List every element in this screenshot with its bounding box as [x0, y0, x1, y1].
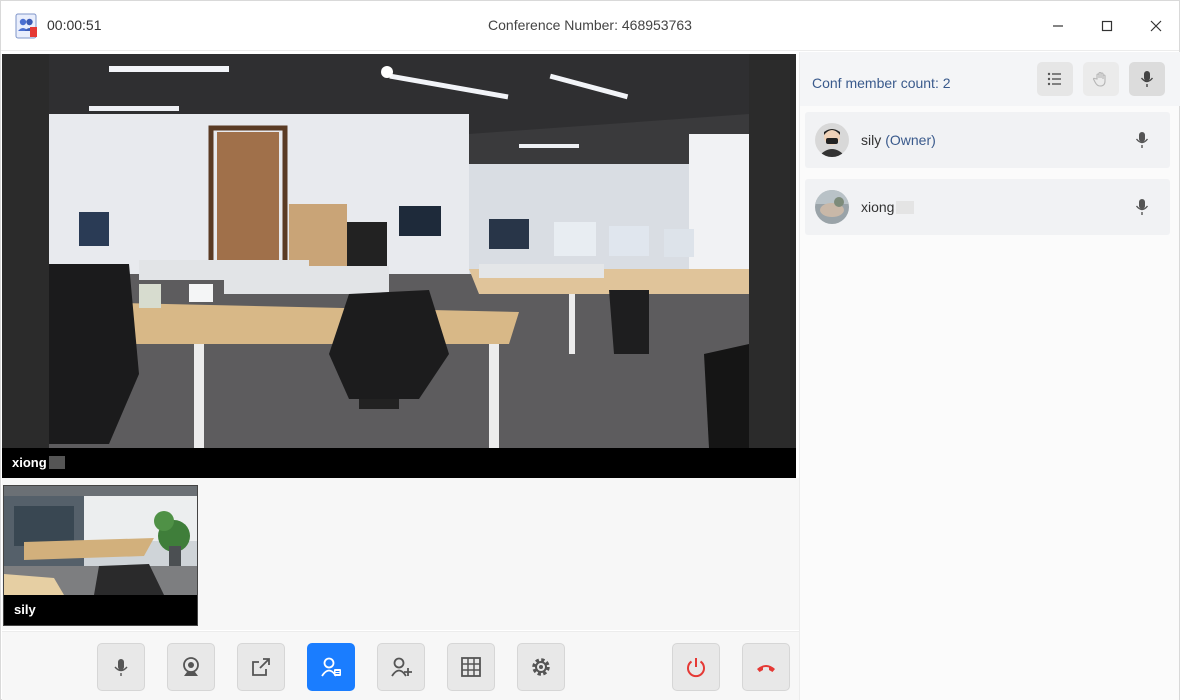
- thumbnail-name-label: sily: [4, 595, 197, 625]
- hang-up-button[interactable]: [742, 643, 790, 691]
- microphone-icon[interactable]: [1132, 197, 1152, 217]
- main-video-name-label: xiong: [2, 448, 796, 478]
- avatar: [815, 190, 849, 224]
- member-name: xiong: [861, 199, 915, 215]
- panel-header: Conf member count: 2: [800, 52, 1180, 106]
- participant-thumbnail[interactable]: sily: [3, 485, 198, 626]
- redacted-mark: [896, 201, 915, 214]
- microphone-icon[interactable]: [1132, 130, 1152, 150]
- close-icon: [1150, 20, 1162, 32]
- avatar: [815, 123, 849, 157]
- mute-button[interactable]: [97, 643, 145, 691]
- member-count: Conf member count: 2: [812, 75, 951, 91]
- settings-button[interactable]: [517, 643, 565, 691]
- minimize-button[interactable]: [1041, 11, 1075, 41]
- member-name: sily (Owner): [861, 132, 936, 148]
- mute-all-button[interactable]: [1129, 62, 1165, 96]
- camera-button[interactable]: [167, 643, 215, 691]
- minimize-icon: [1053, 25, 1063, 27]
- grid-layout-icon: [461, 657, 481, 677]
- invite-icon: [391, 657, 412, 677]
- end-conference-icon: [687, 658, 705, 678]
- end-conference-button[interactable]: [672, 643, 720, 691]
- settings-icon: [532, 658, 550, 676]
- raise-hand-icon: [1092, 71, 1106, 87]
- camera-icon: [183, 657, 199, 676]
- owner-badge: (Owner): [885, 132, 936, 148]
- meeting-toolbar: [2, 631, 799, 700]
- redacted-mark: [48, 456, 65, 469]
- microphone-icon: [1140, 71, 1154, 87]
- participants-panel: Conf member count: 2 sily (Owner) xiong: [799, 52, 1180, 700]
- conference-number: Conference Number: 468953763: [488, 17, 692, 33]
- office-video-feed: [49, 54, 749, 448]
- member-row-xiong[interactable]: xiong: [805, 179, 1170, 235]
- maximize-button[interactable]: [1090, 11, 1124, 41]
- grid-layout-button[interactable]: [447, 643, 495, 691]
- main-video-view[interactable]: xiong: [2, 54, 796, 478]
- share-screen-button[interactable]: [237, 643, 285, 691]
- hang-up-icon: [757, 665, 775, 672]
- gallery-area: sily: [2, 478, 799, 630]
- raise-hand-button[interactable]: [1083, 62, 1119, 96]
- microphone-icon: [114, 659, 128, 676]
- user-avatar-icon: [815, 123, 849, 157]
- maximize-icon: [1101, 20, 1113, 32]
- participants-icon: [321, 657, 341, 677]
- list-icon: [1047, 72, 1061, 86]
- share-screen-icon: [252, 658, 270, 676]
- close-button[interactable]: [1139, 11, 1173, 41]
- user-avatar-icon: [815, 190, 849, 224]
- invite-button[interactable]: [377, 643, 425, 691]
- member-row-sily[interactable]: sily (Owner): [805, 112, 1170, 168]
- member-list-button[interactable]: [1037, 62, 1073, 96]
- title-bar: 00:00:51 Conference Number: 468953763: [1, 1, 1179, 51]
- thumbnail-video-feed: [4, 486, 197, 595]
- participants-button[interactable]: [307, 643, 355, 691]
